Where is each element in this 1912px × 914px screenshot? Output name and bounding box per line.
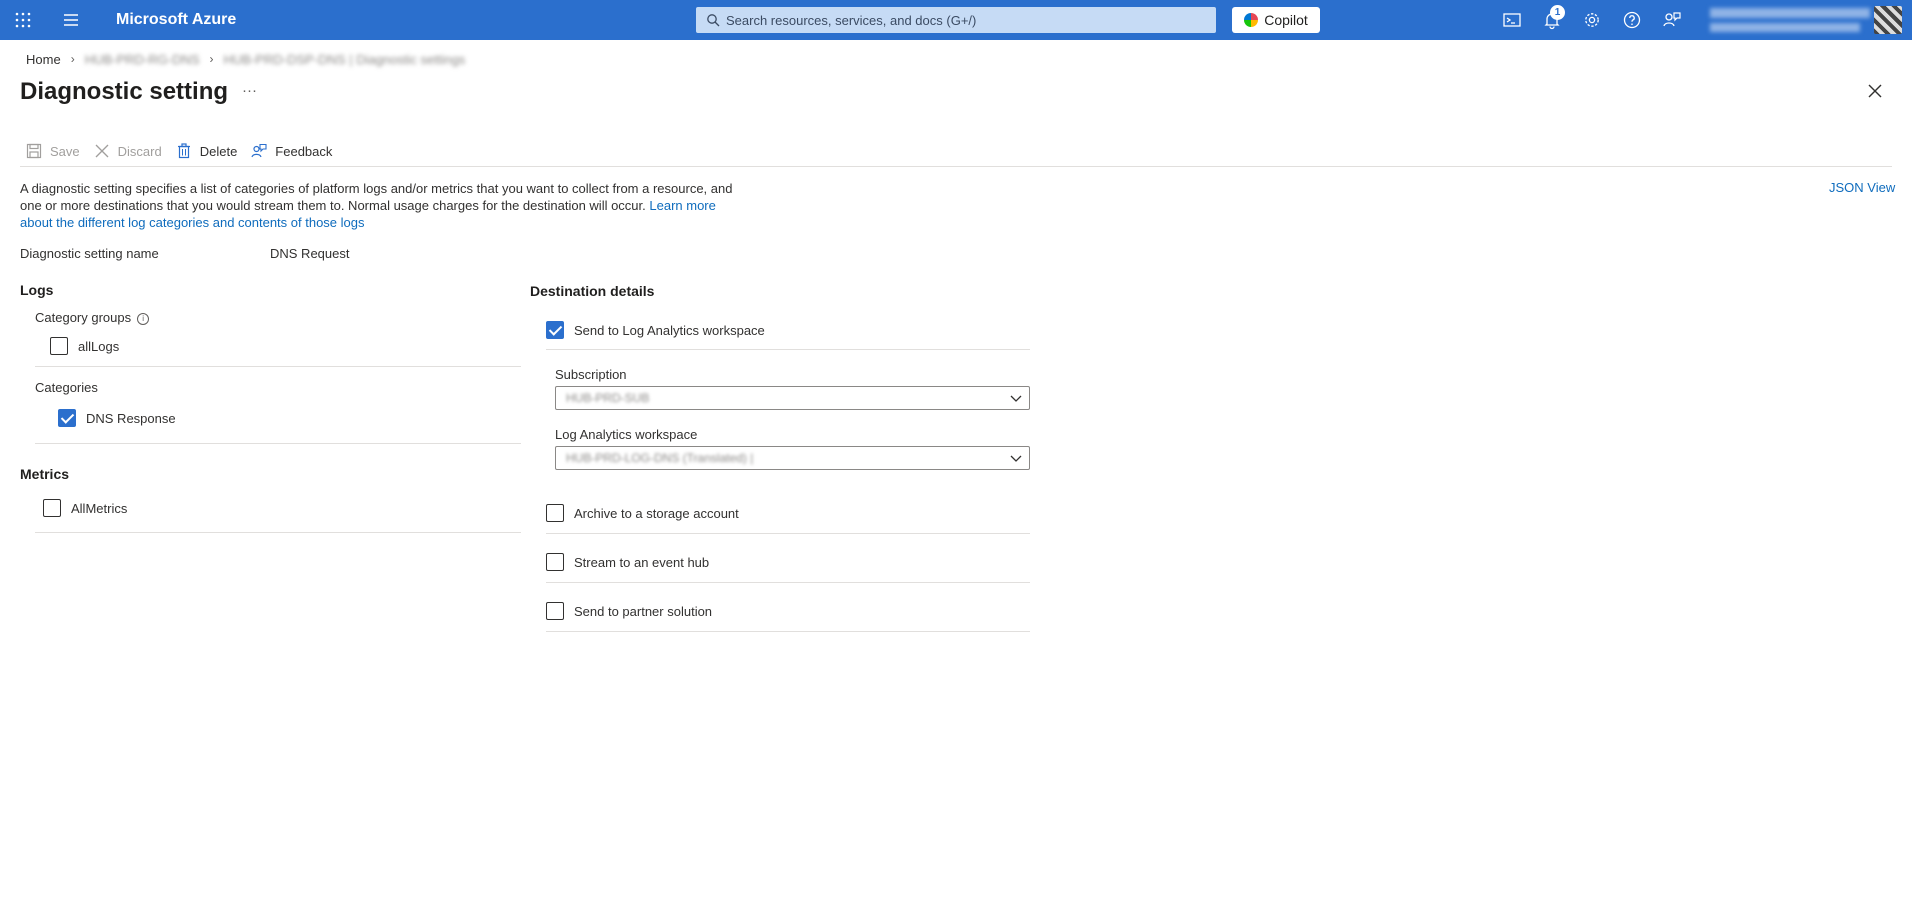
workspace-label: Log Analytics workspace bbox=[555, 427, 698, 442]
allmetrics-label: AllMetrics bbox=[71, 500, 128, 516]
event-hub-checkbox-row[interactable]: Stream to an event hub bbox=[546, 553, 709, 571]
delete-button[interactable]: Delete bbox=[176, 143, 238, 159]
setting-name-value: DNS Request bbox=[270, 246, 350, 261]
feedback-icon[interactable] bbox=[1662, 10, 1682, 30]
partner-label: Send to partner solution bbox=[574, 603, 713, 619]
subscription-label: Subscription bbox=[555, 367, 627, 382]
alllogs-checkbox[interactable] bbox=[50, 337, 68, 355]
discard-button[interactable]: Discard bbox=[94, 143, 162, 159]
workspace-value: HUB-PRD-LOG-DNS (Translated) | bbox=[566, 451, 754, 465]
breadcrumb-resource[interactable]: HUB-PRD-DSP-DNS | Diagnostic settings bbox=[224, 52, 466, 67]
chevron-right-icon: › bbox=[70, 52, 75, 66]
toolbar-divider bbox=[20, 166, 1892, 167]
chevron-down-icon bbox=[1010, 455, 1022, 462]
breadcrumb-home[interactable]: Home bbox=[26, 52, 61, 67]
feedback-button[interactable]: Feedback bbox=[251, 143, 332, 159]
divider bbox=[35, 366, 521, 367]
allmetrics-checkbox-row[interactable]: AllMetrics bbox=[43, 499, 127, 517]
account-line-2 bbox=[1710, 23, 1860, 32]
archive-checkbox[interactable] bbox=[546, 504, 564, 522]
subscription-value: HUB-PRD-SUB bbox=[566, 391, 650, 405]
breadcrumb: Home › HUB-PRD-RG-DNS › HUB-PRD-DSP-DNS … bbox=[26, 50, 465, 68]
description: A diagnostic setting specifies a list of… bbox=[20, 180, 740, 231]
destination-title: Destination details bbox=[530, 283, 655, 299]
copilot-button[interactable]: Copilot bbox=[1232, 7, 1320, 33]
delete-label: Delete bbox=[199, 143, 238, 159]
search-icon bbox=[707, 14, 720, 27]
categories-label: Categories bbox=[35, 380, 98, 395]
divider bbox=[35, 443, 521, 444]
event-hub-label: Stream to an event hub bbox=[574, 554, 710, 570]
subscription-dropdown[interactable]: HUB-PRD-SUB bbox=[555, 386, 1030, 410]
cloud-shell-icon[interactable] bbox=[1502, 10, 1522, 30]
setting-name-label: Diagnostic setting name bbox=[20, 246, 159, 261]
account-info[interactable] bbox=[1710, 6, 1870, 34]
archive-label: Archive to a storage account bbox=[574, 505, 739, 521]
menu-icon[interactable] bbox=[62, 11, 80, 29]
feedback-label: Feedback bbox=[275, 143, 333, 159]
page-title: Diagnostic setting bbox=[20, 78, 229, 105]
discard-x-icon bbox=[95, 144, 109, 158]
workspace-dropdown[interactable]: HUB-PRD-LOG-DNS (Translated) | bbox=[555, 446, 1030, 470]
archive-checkbox-row[interactable]: Archive to a storage account bbox=[546, 504, 739, 522]
top-bar: Microsoft Azure Search resources, servic… bbox=[0, 0, 1912, 40]
chevron-down-icon bbox=[1010, 395, 1022, 402]
chevron-right-icon: › bbox=[209, 52, 214, 66]
help-icon[interactable] bbox=[1622, 10, 1642, 30]
divider bbox=[546, 582, 1030, 583]
avatar[interactable] bbox=[1874, 6, 1902, 34]
brand-title[interactable]: Microsoft Azure bbox=[116, 11, 236, 29]
breadcrumb-resource-group[interactable]: HUB-PRD-RG-DNS bbox=[85, 52, 200, 67]
category-groups-label: Category groups i bbox=[35, 310, 150, 325]
description-text: A diagnostic setting specifies a list of… bbox=[20, 181, 733, 213]
feedback-person-icon bbox=[251, 143, 267, 158]
alllogs-label: allLogs bbox=[78, 338, 120, 354]
command-bar: Save Discard Delete Feedback bbox=[26, 140, 346, 162]
save-icon bbox=[26, 143, 42, 159]
dns-response-label: DNS Response bbox=[86, 410, 176, 426]
close-icon[interactable] bbox=[1866, 82, 1884, 100]
divider bbox=[546, 533, 1030, 534]
log-analytics-checkbox[interactable] bbox=[546, 321, 564, 339]
trash-icon bbox=[177, 143, 190, 159]
metrics-title: Metrics bbox=[20, 466, 70, 482]
copilot-label: Copilot bbox=[1264, 12, 1308, 28]
settings-gear-icon[interactable] bbox=[1582, 10, 1602, 30]
app-launcher-icon[interactable] bbox=[14, 11, 32, 29]
account-line-1 bbox=[1710, 8, 1870, 18]
log-analytics-label: Send to Log Analytics workspace bbox=[574, 322, 765, 338]
save-label: Save bbox=[50, 143, 80, 159]
partner-checkbox-row[interactable]: Send to partner solution bbox=[546, 602, 712, 620]
divider bbox=[35, 532, 521, 533]
copilot-icon bbox=[1244, 13, 1259, 27]
logs-title: Logs bbox=[20, 282, 54, 298]
partner-checkbox[interactable] bbox=[546, 602, 564, 620]
search-placeholder: Search resources, services, and docs (G+… bbox=[726, 12, 977, 28]
divider bbox=[546, 631, 1030, 632]
discard-label: Discard bbox=[117, 143, 162, 159]
json-view-link[interactable]: JSON View bbox=[1829, 180, 1895, 195]
allmetrics-checkbox[interactable] bbox=[43, 499, 61, 517]
category-groups-text: Category groups bbox=[35, 310, 132, 325]
log-analytics-checkbox-row[interactable]: Send to Log Analytics workspace bbox=[546, 321, 765, 339]
dns-response-checkbox[interactable] bbox=[58, 409, 76, 427]
save-button[interactable]: Save bbox=[26, 143, 80, 159]
more-options-icon[interactable]: ··· bbox=[242, 82, 257, 99]
search-input[interactable]: Search resources, services, and docs (G+… bbox=[696, 7, 1216, 33]
dns-response-checkbox-row[interactable]: DNS Response bbox=[58, 409, 176, 427]
info-icon[interactable]: i bbox=[137, 312, 150, 325]
alllogs-checkbox-row[interactable]: allLogs bbox=[50, 337, 119, 355]
notification-badge: 1 bbox=[1550, 5, 1565, 20]
divider bbox=[546, 349, 1030, 350]
event-hub-checkbox[interactable] bbox=[546, 553, 564, 571]
